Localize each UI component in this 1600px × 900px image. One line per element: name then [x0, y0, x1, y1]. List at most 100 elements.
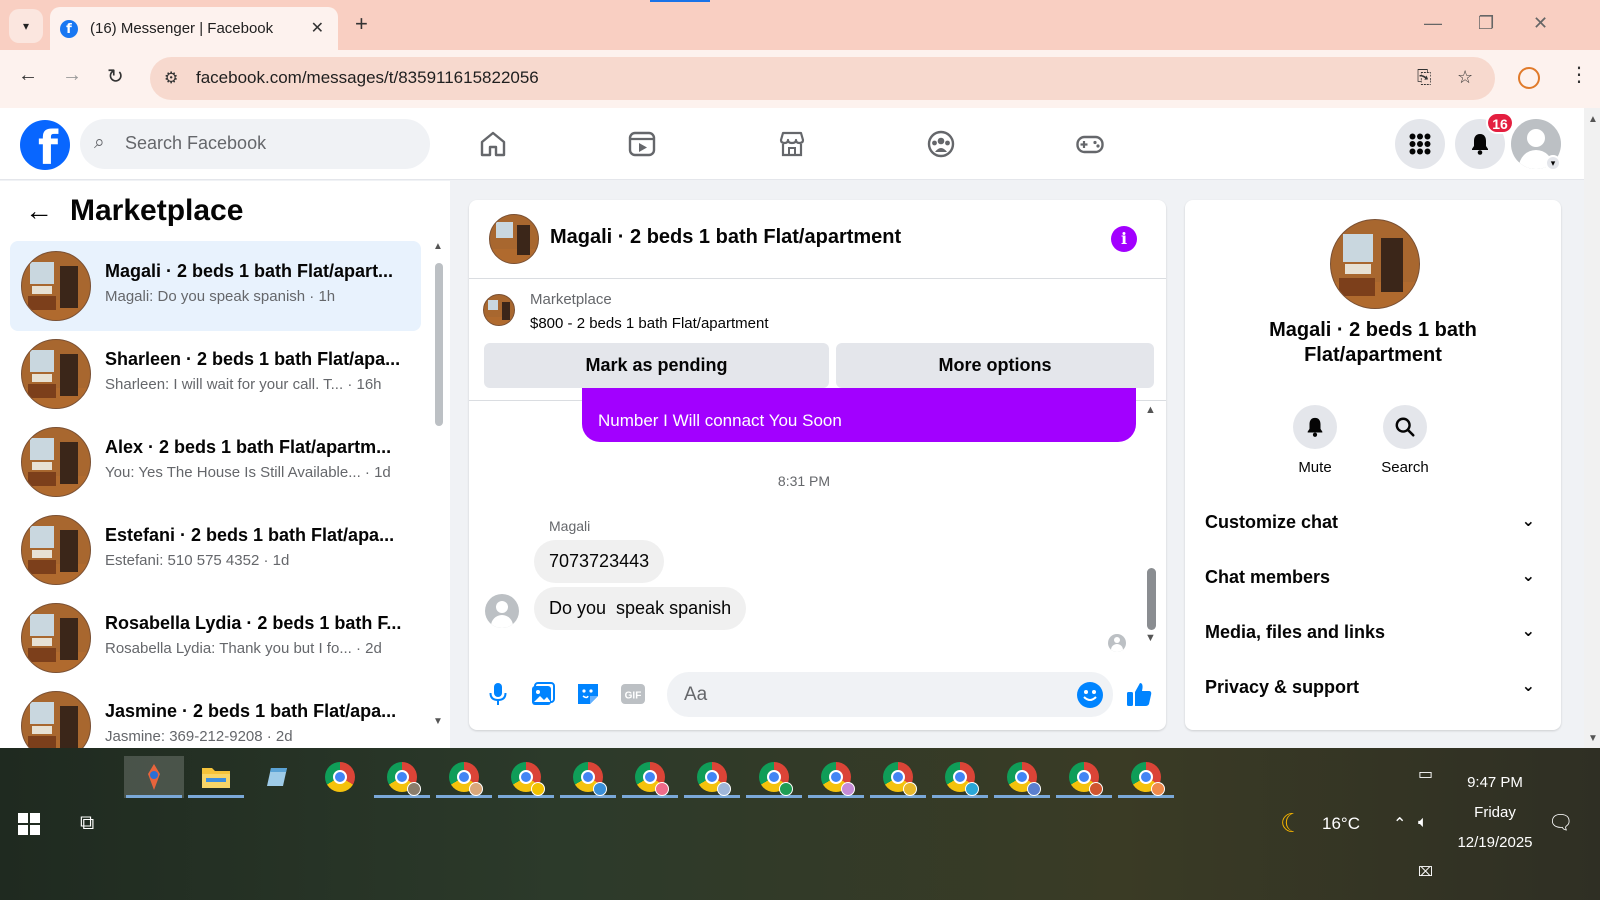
video-icon[interactable] — [622, 124, 662, 164]
message-input[interactable]: Aa — [667, 672, 1113, 717]
url-text[interactable]: facebook.com/messages/t/835911615822056 — [196, 68, 539, 88]
site-info-icon[interactable]: ⚙ — [164, 68, 178, 88]
tab-search-button[interactable]: ▾ — [9, 9, 43, 43]
conversation-item[interactable]: Sharleen · 2 beds 1 bath Flat/apa... Sha… — [10, 329, 421, 419]
incoming-message-bubble[interactable]: Do you speak spanish — [534, 587, 747, 630]
chrome-profile-icon[interactable] — [372, 756, 432, 798]
chrome-profile-icon[interactable] — [744, 756, 804, 798]
conversation-item[interactable]: Estefani · 2 beds 1 bath Flat/apa... Est… — [10, 505, 421, 595]
pinned-app-icon[interactable] — [248, 756, 308, 798]
conversation-item[interactable]: Jasmine · 2 beds 1 bath Flat/apa... Jasm… — [10, 681, 421, 748]
chrome-profile-icon[interactable] — [992, 756, 1052, 798]
facebook-logo-icon[interactable]: f — [20, 120, 70, 170]
gif-icon[interactable]: GIF — [619, 680, 647, 708]
incoming-message-bubble[interactable]: 7073723443 — [534, 540, 665, 583]
clock[interactable]: 9:47 PM Friday 12/19/2025 — [1440, 768, 1550, 858]
listing-thumbnail — [21, 339, 91, 409]
reload-icon[interactable]: ↻ — [107, 64, 124, 89]
search-in-chat-button[interactable]: Search — [1370, 405, 1440, 476]
privacy-support-row[interactable]: Privacy & support ⌄ — [1205, 667, 1545, 707]
menu-grid-icon[interactable] — [1395, 119, 1445, 169]
install-app-icon[interactable]: ⎘ — [1417, 67, 1431, 88]
monitor-icon[interactable]: ▭ — [1418, 764, 1433, 784]
listing-thumbnail[interactable] — [483, 294, 515, 326]
account-chevron-icon[interactable]: ▾ — [1545, 155, 1561, 171]
sender-avatar[interactable] — [485, 594, 519, 628]
conversation-item[interactable]: Magali · 2 beds 1 bath Flat/apart... Mag… — [10, 241, 421, 331]
scroll-thumb[interactable] — [435, 263, 443, 426]
task-view-icon[interactable]: ⧉ — [80, 812, 94, 835]
marketplace-icon[interactable] — [772, 124, 812, 164]
chrome-profile-icon[interactable] — [682, 756, 742, 798]
scroll-down-icon[interactable]: ▼ — [433, 716, 443, 727]
more-options-button[interactable]: More options — [836, 343, 1154, 388]
chrome-profile-icon[interactable] — [620, 756, 680, 798]
chrome-profile-icon[interactable] — [434, 756, 494, 798]
volume-icon[interactable]: 🔈︎ — [1418, 814, 1428, 832]
temperature-text[interactable]: 16°C — [1322, 814, 1360, 834]
browser-profile-icon[interactable] — [1518, 67, 1540, 89]
panel-title: Marketplace — [70, 194, 244, 227]
browser-tab-messenger[interactable]: f (16) Messenger | Facebook ✕ — [50, 7, 338, 50]
chat-members-row[interactable]: Chat members ⌄ — [1205, 557, 1545, 597]
chrome-profile-icon[interactable] — [496, 756, 556, 798]
pinned-app-icon[interactable] — [124, 756, 184, 798]
message-scroll-up-icon[interactable]: ▲ — [1145, 404, 1156, 416]
scroll-down-icon[interactable]: ▼ — [1588, 733, 1598, 744]
file-explorer-icon[interactable] — [186, 756, 246, 798]
customize-chat-row[interactable]: Customize chat ⌄ — [1205, 502, 1545, 542]
chrome-profile-icon[interactable] — [1054, 756, 1114, 798]
new-tab-button[interactable]: + — [355, 11, 368, 37]
restore-button[interactable]: ❐ — [1478, 13, 1494, 34]
chat-title[interactable]: Magali · 2 beds 1 bath Flat/apartment — [550, 226, 901, 249]
omnibox[interactable]: ⚙ facebook.com/messages/t/83591161582205… — [150, 57, 1495, 100]
listing-title[interactable]: $800 - 2 beds 1 bath Flat/apartment — [530, 315, 768, 332]
bookmark-star-icon[interactable]: ☆ — [1457, 67, 1473, 88]
info-icon[interactable]: i — [1111, 226, 1137, 252]
windows-start-icon[interactable] — [18, 813, 40, 835]
chrome-profile-icon[interactable] — [558, 756, 618, 798]
conversation-list-scrollbar[interactable]: ▲ ▼ — [432, 241, 444, 741]
microphone-icon[interactable] — [484, 680, 512, 708]
home-icon[interactable] — [473, 124, 513, 164]
chrome-profile-icon[interactable] — [806, 756, 866, 798]
forward-arrow-icon[interactable]: → — [62, 64, 82, 87]
weather-moon-icon[interactable]: ☾ — [1280, 808, 1303, 839]
minimize-button[interactable]: — — [1424, 13, 1442, 34]
like-thumbs-up-icon[interactable] — [1125, 680, 1153, 708]
sticker-icon[interactable] — [574, 680, 602, 708]
emoji-icon[interactable] — [1077, 682, 1103, 708]
close-tab-icon[interactable]: ✕ — [311, 18, 324, 38]
notification-badge: 16 — [1486, 112, 1514, 134]
chrome-profile-icon[interactable] — [930, 756, 990, 798]
chrome-icon[interactable] — [310, 756, 370, 798]
conversation-item[interactable]: Rosabella Lydia · 2 beds 1 bath F... Ros… — [10, 593, 421, 683]
back-arrow-icon[interactable]: ← — [18, 64, 38, 87]
chrome-profile-icon[interactable] — [1116, 756, 1176, 798]
media-files-links-row[interactable]: Media, files and links ⌄ — [1205, 612, 1545, 652]
groups-icon[interactable] — [921, 124, 961, 164]
chrome-profile-icon[interactable] — [868, 756, 928, 798]
scroll-up-icon[interactable]: ▲ — [433, 241, 443, 252]
message-scroll-down-icon[interactable]: ▼ — [1145, 632, 1156, 644]
message-scroll-thumb[interactable] — [1147, 568, 1156, 630]
gaming-icon[interactable] — [1070, 124, 1110, 164]
mute-button[interactable]: Mute — [1280, 405, 1350, 476]
back-arrow-icon[interactable]: ← — [25, 195, 53, 227]
photo-attach-icon[interactable] — [529, 680, 557, 708]
mark-as-pending-button[interactable]: Mark as pending — [484, 343, 829, 388]
close-window-button[interactable]: ✕ — [1533, 13, 1548, 34]
conversation-item[interactable]: Alex · 2 beds 1 bath Flat/apartm... You:… — [10, 417, 421, 507]
conversation-name: Rosabella Lydia · 2 beds 1 bath F... — [105, 613, 402, 633]
scroll-up-icon[interactable]: ▲ — [1588, 114, 1598, 125]
chat-avatar[interactable] — [489, 214, 539, 264]
page-scrollbar[interactable]: ▲ ▼ — [1584, 108, 1600, 748]
facebook-search-input[interactable]: ⌕ Search Facebook — [80, 119, 430, 169]
contact-avatar[interactable] — [1330, 219, 1420, 309]
outgoing-message-bubble[interactable]: Number I Will connact You Soon — [582, 388, 1136, 442]
browser-tab-bar: ▾ f (16) Messenger | Facebook ✕ + — ❐ ✕ — [0, 0, 1600, 50]
notification-center-icon[interactable]: 🗨︎ — [1548, 810, 1573, 835]
show-hidden-icons-chevron-icon[interactable]: ⌃ — [1393, 814, 1406, 834]
network-icon[interactable]: ⌧ — [1418, 864, 1433, 880]
browser-menu-icon[interactable]: ⋮ — [1569, 62, 1589, 87]
